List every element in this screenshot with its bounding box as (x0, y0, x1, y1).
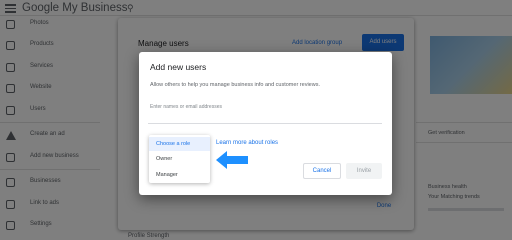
role-option-manager[interactable]: Manager (149, 168, 210, 182)
role-option-choose[interactable]: Choose a role (149, 137, 210, 151)
pointer-arrow-icon (216, 151, 248, 169)
dialog-title: Add new users (150, 62, 207, 72)
role-dropdown-menu: Choose a role Owner Manager (149, 135, 210, 183)
cancel-button[interactable]: Cancel (303, 163, 341, 179)
role-option-owner[interactable]: Owner (149, 152, 210, 166)
learn-more-roles-link[interactable]: Learn more about roles (216, 140, 278, 146)
invite-button[interactable]: Invite (346, 163, 382, 179)
dialog-description: Allow others to help you manage business… (150, 82, 320, 88)
email-field[interactable] (148, 98, 382, 124)
